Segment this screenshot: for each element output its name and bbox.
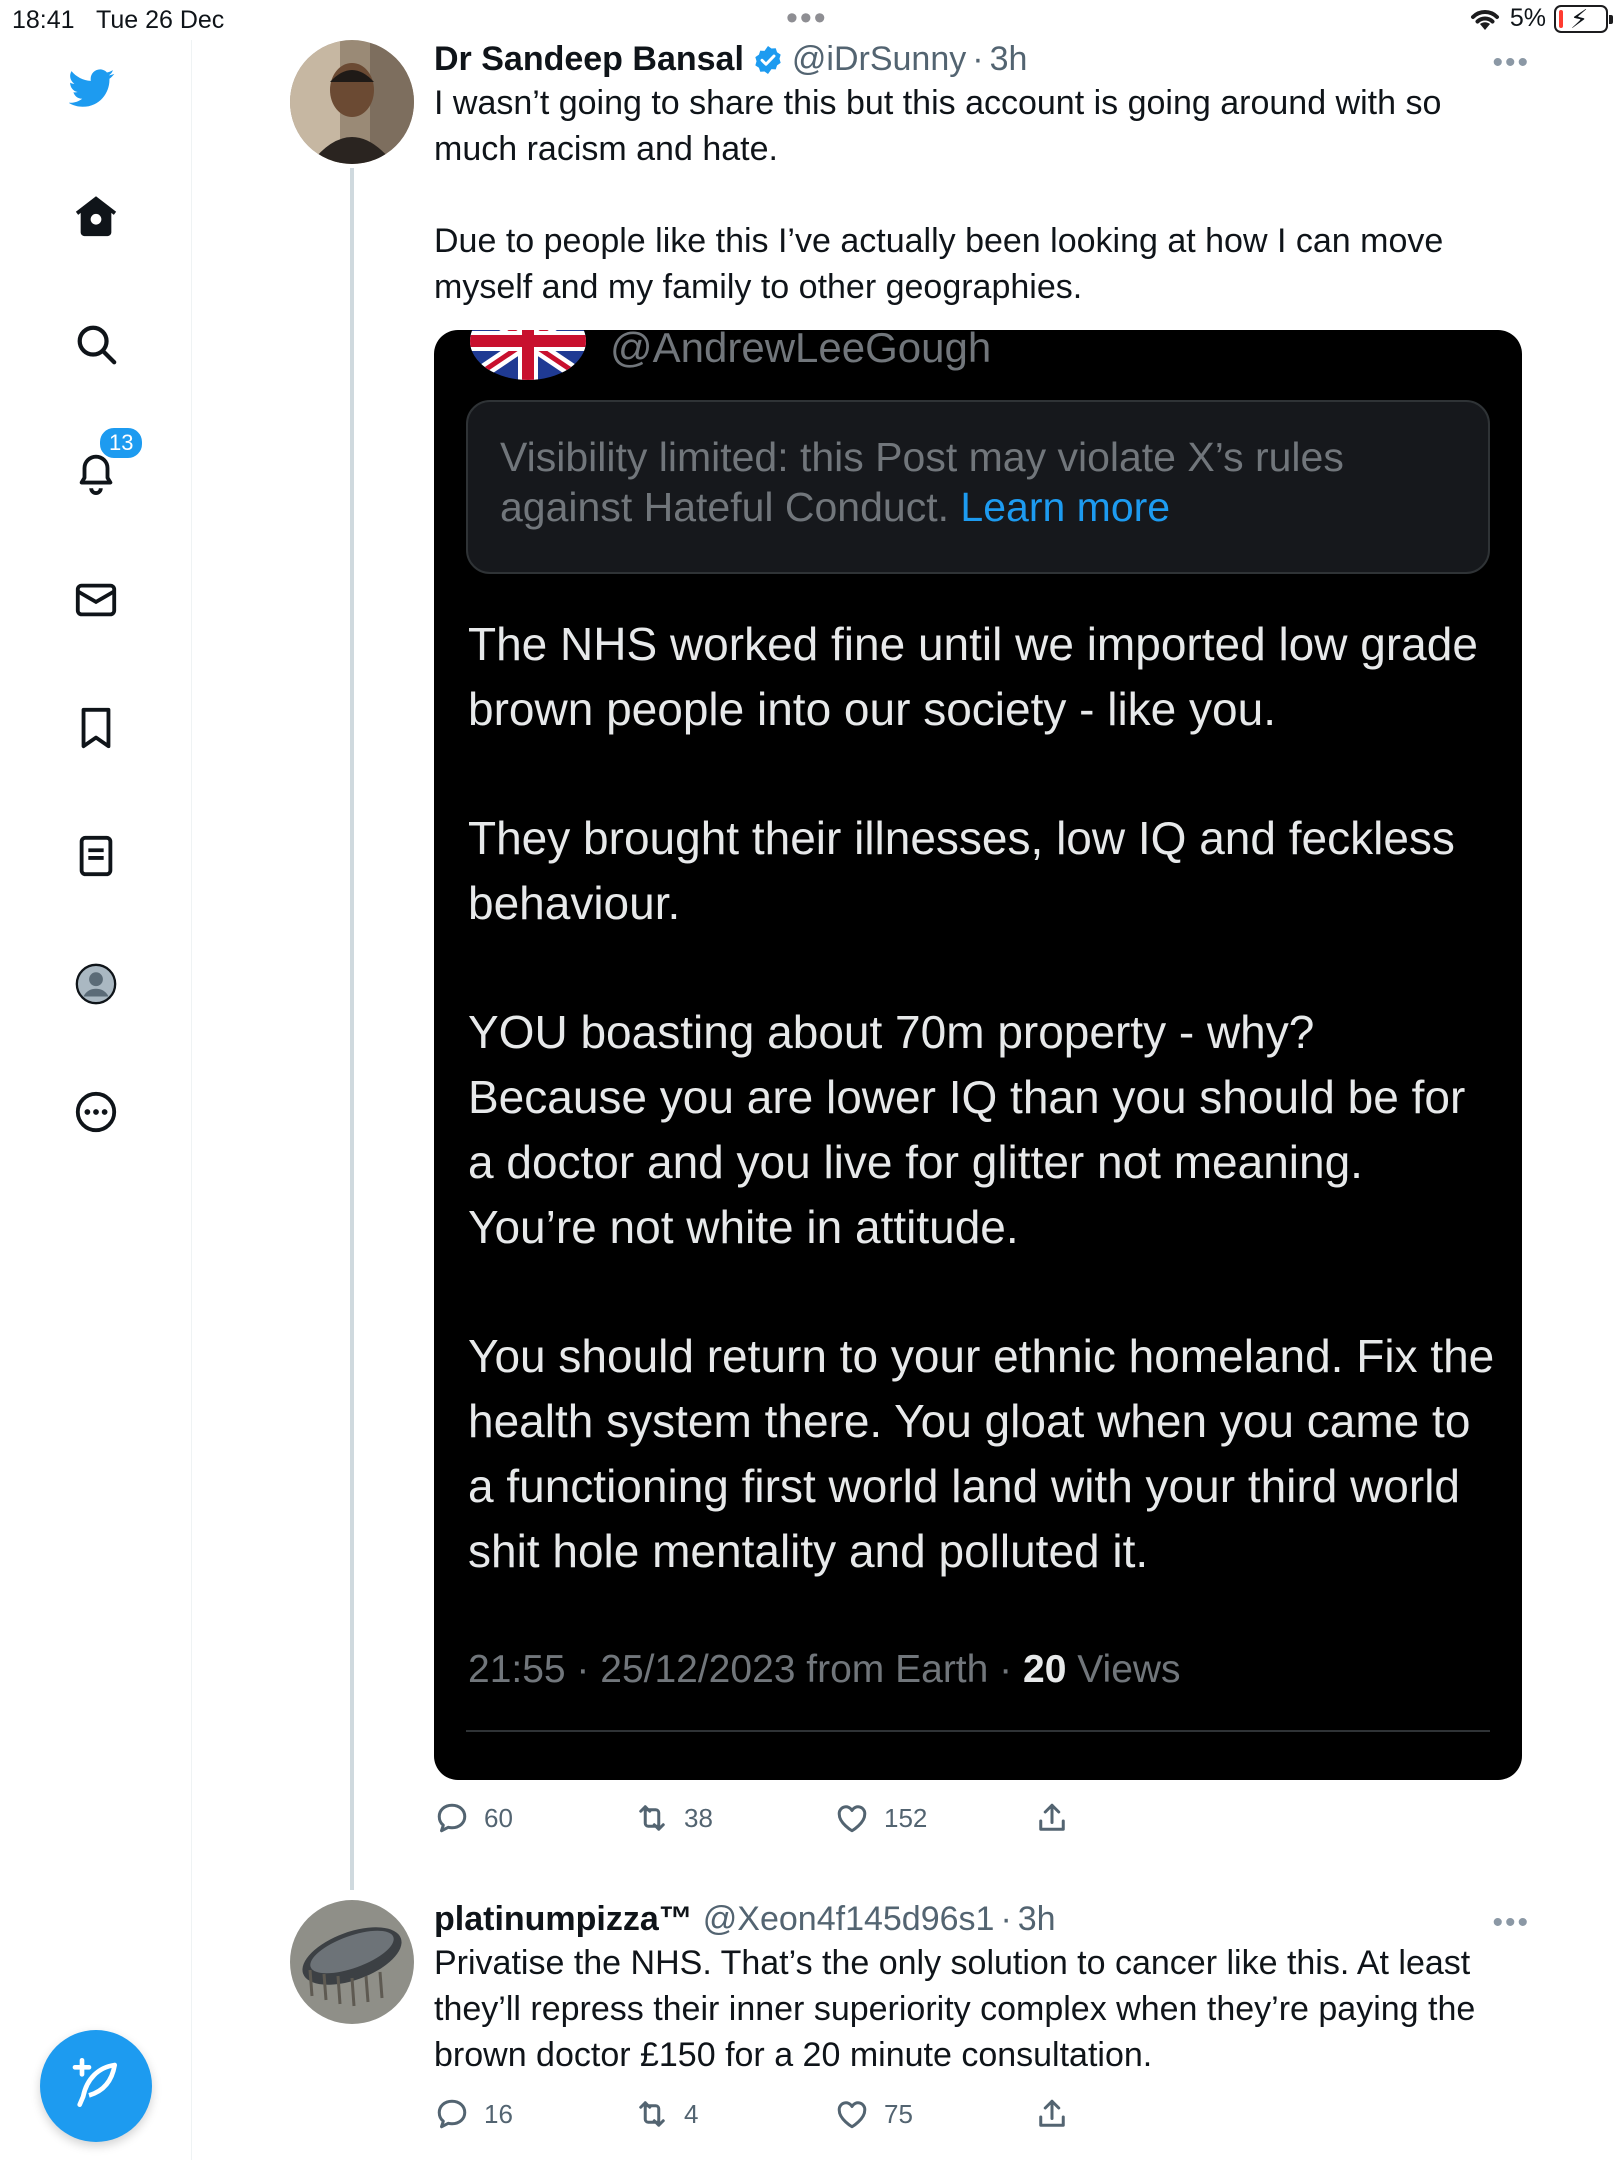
status-bar: 18:41 Tue 26 Dec ••• 5% ⚡ [0, 0, 1620, 40]
search-icon[interactable] [70, 318, 122, 370]
verified-badge-icon [755, 45, 781, 74]
embedded-paragraph: You should return to your ethnic homelan… [468, 1330, 1495, 1577]
avatar[interactable] [290, 40, 414, 164]
author-name[interactable]: Dr Sandeep Bansal [434, 40, 744, 79]
profile-icon[interactable] [70, 958, 122, 1010]
learn-more-link: Learn more [960, 484, 1171, 530]
battery-icon: ⚡ [1554, 4, 1613, 33]
share-button[interactable] [1034, 2096, 1070, 2132]
retweet-button[interactable]: 4 [634, 2096, 834, 2132]
embedded-handle: @AndrewLeeGough [610, 330, 992, 371]
thread-connector-line [350, 168, 354, 1890]
embedded-paragraph: The NHS worked fine until we imported lo… [468, 618, 1478, 735]
embedded-views-count: 20 [1023, 1648, 1067, 1691]
embedded-divider [466, 1730, 1490, 1732]
embedded-timestamp: 21:55 · 25/12/2023 from Earth · [468, 1648, 1023, 1691]
sidebar: 13 [0, 40, 192, 2160]
reply-button[interactable]: 60 [434, 1800, 634, 1836]
reply-icon [437, 2099, 467, 2129]
retweet-button[interactable]: 38 [634, 1800, 834, 1836]
embedded-image-card[interactable]: @AndrewLeeGough Visibility limited: this… [434, 330, 1522, 1780]
like-button[interactable]: 152 [834, 1800, 1034, 1836]
tweet-header: platinumpizza™ @Xeon4f145d96s1 · 3h [434, 1900, 1056, 1939]
retweet-icon [639, 2101, 665, 2127]
embedded-avatar-flag-icon [470, 330, 586, 380]
reply-button[interactable]: 16 [434, 2096, 634, 2132]
more-options-icon[interactable]: ••• [1492, 1906, 1530, 1940]
notice-text: Visibility limited: this Post may violat… [500, 434, 1344, 530]
tweet-text-p1: I wasn’t going to share this but this ac… [434, 84, 1442, 168]
multitasking-dots-icon[interactable]: ••• [786, 1, 828, 35]
visibility-limited-notice: Visibility limited: this Post may violat… [466, 400, 1490, 574]
more-options-icon[interactable]: ••• [1492, 46, 1530, 80]
reply-count: 60 [484, 1802, 513, 1833]
heart-icon [837, 1805, 867, 1833]
share-button[interactable] [1034, 1800, 1070, 1836]
tweet-header: Dr Sandeep Bansal @iDrSunny · 3h [434, 40, 1027, 79]
tweet-time[interactable]: 3h [1018, 1900, 1056, 1939]
like-button[interactable]: 75 [834, 2096, 1034, 2132]
compose-feather-icon [72, 2058, 117, 2107]
wifi-icon [1470, 9, 1499, 30]
tweet-text-p2: Due to people like this I’ve actually be… [434, 222, 1444, 306]
tweet-time[interactable]: 3h [990, 40, 1028, 79]
notifications-badge: 13 [98, 426, 145, 460]
author-handle[interactable]: @iDrSunny [792, 40, 966, 79]
embedded-paragraph: They brought their illnesses, low IQ and… [468, 812, 1455, 929]
embedded-views-label: Views [1066, 1648, 1181, 1691]
author-name[interactable]: platinumpizza™ [434, 1900, 693, 1939]
retweet-count: 38 [684, 1802, 713, 1833]
separator: · [972, 40, 984, 78]
retweet-icon [639, 1805, 665, 1831]
retweet-count: 4 [684, 2098, 699, 2129]
battery-percent: 5% [1509, 4, 1546, 32]
status-right: 5% ⚡ [1468, 4, 1613, 33]
author-handle[interactable]: @Xeon4f145d96s1 [703, 1900, 995, 1939]
reply-count: 16 [484, 2098, 513, 2129]
share-icon [1039, 2099, 1065, 2127]
lists-icon[interactable] [70, 830, 122, 882]
messages-envelope-icon[interactable] [70, 574, 122, 626]
tweet1-action-bar: 60 38 152 [434, 1800, 1070, 1836]
twitter-bird-icon[interactable] [66, 62, 118, 114]
heart-icon [837, 2101, 867, 2129]
like-count: 152 [884, 1802, 928, 1833]
home-icon[interactable] [70, 190, 122, 242]
status-date: Tue 26 Dec [96, 6, 225, 34]
like-count: 75 [884, 2098, 913, 2129]
more-circle-icon[interactable] [70, 1086, 122, 1138]
tweet-text: Privatise the NHS. That’s the only solut… [434, 1944, 1476, 2074]
avatar[interactable] [290, 1900, 414, 2024]
embedded-paragraph: YOU boasting about 70m property - why? B… [468, 1006, 1466, 1253]
bookmark-icon[interactable] [70, 702, 122, 754]
embedded-post-body: The NHS worked fine until we imported lo… [468, 612, 1498, 1648]
reply-icon [437, 1803, 467, 1833]
compose-button[interactable] [40, 2030, 152, 2142]
share-icon [1039, 1803, 1065, 1831]
separator: · [1000, 1900, 1012, 1938]
tweet2-action-bar: 16 4 75 [434, 2096, 1070, 2132]
status-time: 18:41 [12, 6, 75, 34]
embedded-meta: 21:55 · 25/12/2023 from Earth · 20 Views [468, 1648, 1181, 1692]
